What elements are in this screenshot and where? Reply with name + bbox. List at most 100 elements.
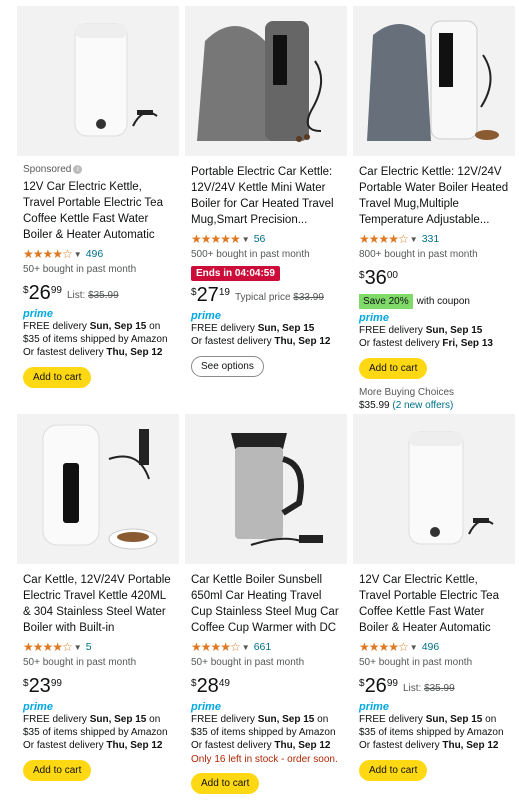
bought-count: 50+ bought in past month <box>23 657 137 668</box>
chevron-down-icon[interactable]: ▼ <box>74 643 82 652</box>
more-offers[interactable]: $35.99 (2 new offers) <box>359 400 509 411</box>
product-image[interactable] <box>17 6 179 156</box>
rating-count[interactable]: 496 <box>422 641 440 653</box>
product-title[interactable]: Car Electric Kettle: 12V/24V Portable Wa… <box>359 164 509 228</box>
product-image[interactable] <box>17 414 179 564</box>
bought-count: 800+ bought in past month <box>359 249 478 260</box>
info-icon[interactable]: i <box>73 164 83 174</box>
product-image[interactable] <box>353 414 515 564</box>
rating-count[interactable]: 496 <box>86 248 104 260</box>
fastest-delivery: Or fastest delivery Thu, Sep 12 <box>359 740 499 751</box>
add-to-cart-button[interactable]: Add to cart <box>359 358 428 379</box>
price[interactable]: $ 36 00 <box>359 268 509 290</box>
delivery-info: FREE delivery Sun, Sep 15 <box>359 325 483 336</box>
list-price: List: $35.99 <box>66 290 119 301</box>
product-title[interactable]: Portable Electric Car Kettle: 12V/24V Ke… <box>191 164 341 228</box>
price-whole: 27 <box>196 284 219 306</box>
fastest-delivery: Or fastest delivery Fri, Sep 13 <box>359 338 493 349</box>
rating[interactable]: ★★★★★ ▼ 56 <box>191 232 341 246</box>
prime-badge: prime <box>191 310 341 322</box>
rating[interactable]: ★★★★☆ ▼ 496 <box>359 640 509 654</box>
rating-count[interactable]: 56 <box>254 233 266 245</box>
product-title[interactable]: 12V Car Electric Kettle, Travel Portable… <box>23 179 173 243</box>
product-title[interactable]: 12V Car Electric Kettle, Travel Portable… <box>359 572 509 636</box>
fastest-delivery: Or fastest delivery Thu, Sep 12 <box>191 740 331 751</box>
product-card[interactable]: Car Kettle, 12V/24V Portable Electric Tr… <box>17 414 179 781</box>
delivery-info: FREE delivery Sun, Sep 15 on $35 of item… <box>359 714 504 738</box>
star-rating-icon: ★★★★☆ <box>23 640 73 654</box>
bought-count: 50+ bought in past month <box>359 657 473 668</box>
product-card[interactable]: Car Kettle Boiler Sunsbell 650ml Car Hea… <box>185 414 347 794</box>
prime-logo-icon: prime <box>359 312 389 324</box>
chevron-down-icon[interactable]: ▼ <box>242 235 250 244</box>
price-whole: 26 <box>364 675 387 697</box>
coupon-badge[interactable]: Save 20% <box>359 294 413 309</box>
add-to-cart-button[interactable]: Add to cart <box>23 367 92 388</box>
price-whole: 28 <box>196 675 219 697</box>
star-rating-icon: ★★★★☆ <box>359 640 409 654</box>
prime-badge: prime <box>23 701 173 713</box>
chevron-down-icon[interactable]: ▼ <box>74 250 82 259</box>
rating-count[interactable]: 5 <box>86 641 92 653</box>
rating[interactable]: ★★★★☆ ▼ 5 <box>23 640 173 654</box>
price[interactable]: $ 28 49 <box>191 676 341 698</box>
delivery-info: FREE delivery Sun, Sep 15 on $35 of item… <box>191 714 336 738</box>
more-buying-choices: More Buying Choices <box>359 387 455 398</box>
prime-badge: prime <box>359 312 509 324</box>
typical-price: Typical price $33.99 <box>234 292 324 303</box>
product-card[interactable]: Sponsored i 12V Car Electric Kettle, Trav… <box>17 6 179 388</box>
star-rating-icon: ★★★★★ <box>191 232 241 246</box>
product-image[interactable] <box>185 414 347 564</box>
price-fraction: 99 <box>50 285 62 296</box>
prime-logo-icon: prime <box>23 701 53 713</box>
rating[interactable]: ★★★★☆ ▼ 661 <box>191 640 341 654</box>
product-image[interactable] <box>353 6 515 156</box>
stock-warning: Only 16 left in stock - order soon. <box>191 754 338 765</box>
chevron-down-icon[interactable]: ▼ <box>242 643 250 652</box>
price-whole: 36 <box>364 267 387 289</box>
new-offers-link[interactable]: (2 new offers) <box>392 400 453 411</box>
product-card[interactable]: Car Electric Kettle: 12V/24V Portable Wa… <box>353 6 515 411</box>
add-to-cart-button[interactable]: Add to cart <box>23 760 92 781</box>
product-card[interactable]: Portable Electric Car Kettle: 12V/24V Ke… <box>185 6 347 377</box>
list-price: List: $35.99 <box>402 683 455 694</box>
price[interactable]: $ 26 99 List: $35.99 <box>23 283 173 305</box>
prime-logo-icon: prime <box>359 701 389 713</box>
rating[interactable]: ★★★★☆ ▼ 331 <box>359 232 509 246</box>
fastest-delivery: Or fastest delivery Thu, Sep 12 <box>23 347 163 358</box>
product-image[interactable] <box>185 6 347 156</box>
prime-badge: prime <box>191 701 341 713</box>
add-to-cart-button[interactable]: Add to cart <box>191 773 260 794</box>
price[interactable]: $ 27 19 Typical price $33.99 <box>191 285 341 307</box>
star-rating-icon: ★★★★☆ <box>191 640 241 654</box>
product-title[interactable]: Car Kettle Boiler Sunsbell 650ml Car Hea… <box>191 572 341 636</box>
bought-count: 50+ bought in past month <box>23 264 137 275</box>
price-fraction: 49 <box>218 678 230 689</box>
star-rating-icon: ★★★★☆ <box>359 232 409 246</box>
rating-count[interactable]: 331 <box>422 233 440 245</box>
delivery-info: FREE delivery Sun, Sep 15 <box>191 323 315 334</box>
see-options-button[interactable]: See options <box>191 356 264 377</box>
product-title[interactable]: Car Kettle, 12V/24V Portable Electric Tr… <box>23 572 173 636</box>
price-fraction: 19 <box>218 287 230 298</box>
delivery-info: FREE delivery Sun, Sep 15 on $35 of item… <box>23 321 168 345</box>
star-rating-icon: ★★★★☆ <box>23 247 73 261</box>
bought-count: 50+ bought in past month <box>191 657 305 668</box>
fastest-delivery: Or fastest delivery Thu, Sep 12 <box>191 336 331 347</box>
price[interactable]: $ 23 99 <box>23 676 173 698</box>
coupon-text: with coupon <box>416 296 470 307</box>
prime-logo-icon: prime <box>23 308 53 320</box>
bought-count: 500+ bought in past month <box>191 249 310 260</box>
rating-count[interactable]: 661 <box>254 641 272 653</box>
add-to-cart-button[interactable]: Add to cart <box>359 760 428 781</box>
prime-logo-icon: prime <box>191 701 221 713</box>
coupon[interactable]: Save 20% with coupon <box>359 294 509 309</box>
rating[interactable]: ★★★★☆ ▼ 496 <box>23 247 173 261</box>
sponsored-label: Sponsored i <box>23 164 173 175</box>
price[interactable]: $ 26 99 List: $35.99 <box>359 676 509 698</box>
chevron-down-icon[interactable]: ▼ <box>410 235 418 244</box>
fastest-delivery: Or fastest delivery Thu, Sep 12 <box>23 740 163 751</box>
product-card[interactable]: 12V Car Electric Kettle, Travel Portable… <box>353 414 515 781</box>
prime-badge: prime <box>23 308 173 320</box>
chevron-down-icon[interactable]: ▼ <box>410 643 418 652</box>
